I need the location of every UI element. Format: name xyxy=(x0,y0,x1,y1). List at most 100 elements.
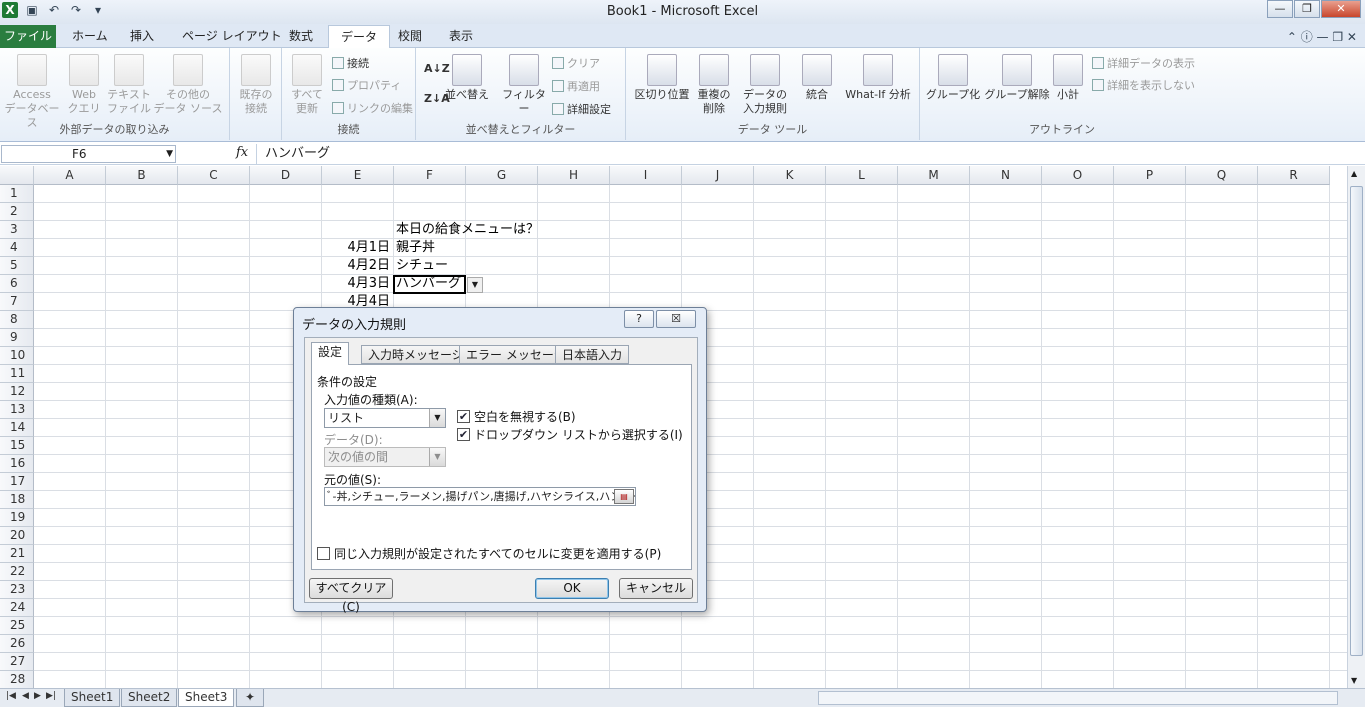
column-header[interactable]: Q xyxy=(1186,166,1258,185)
text-to-columns-button[interactable]: 区切り位置 xyxy=(632,54,692,102)
row-header[interactable]: 10 xyxy=(0,347,34,365)
filter-button[interactable]: フィルター xyxy=(500,54,548,116)
column-header[interactable]: H xyxy=(538,166,610,185)
refresh-all-button[interactable]: すべて 更新 xyxy=(286,54,328,116)
show-detail-button[interactable]: 詳細データの表示 xyxy=(1092,55,1195,71)
row-header[interactable]: 28 xyxy=(0,671,34,688)
restore-button[interactable]: ❐ xyxy=(1294,0,1320,18)
scroll-up-icon[interactable]: ▲ xyxy=(1351,169,1357,178)
ribbon-help-icon[interactable]: ⌃ ⓘ — ❐ ✕ xyxy=(1287,28,1357,45)
vertical-scrollbar[interactable]: ▲ ▼ xyxy=(1347,166,1365,688)
vertical-scroll-thumb[interactable] xyxy=(1350,186,1363,656)
column-header[interactable]: B xyxy=(106,166,178,185)
row-header[interactable]: 2 xyxy=(0,203,34,221)
column-header[interactable]: E xyxy=(322,166,394,185)
in-cell-dropdown-checkbox[interactable]: ✔ xyxy=(457,428,470,441)
row-header[interactable]: 11 xyxy=(0,365,34,383)
advanced-filter-button[interactable]: 詳細設定 xyxy=(552,101,611,117)
cell-e5[interactable]: 4月2日 xyxy=(322,257,390,275)
column-header[interactable]: J xyxy=(682,166,754,185)
column-header[interactable]: P xyxy=(1114,166,1186,185)
sheet-tab-3[interactable]: Sheet3 xyxy=(178,689,235,707)
row-header[interactable]: 22 xyxy=(0,563,34,581)
tab-view[interactable]: 表示 xyxy=(437,25,485,48)
tab-settings[interactable]: 設定 xyxy=(311,342,350,365)
clear-filter-button[interactable]: クリア xyxy=(552,55,600,71)
row-header[interactable]: 16 xyxy=(0,455,34,473)
tab-review[interactable]: 校閲 xyxy=(386,25,434,48)
hide-detail-button[interactable]: 詳細を表示しない xyxy=(1092,77,1195,93)
row-header[interactable]: 1 xyxy=(0,185,34,203)
row-header[interactable]: 5 xyxy=(0,257,34,275)
sheet-tab-2[interactable]: Sheet2 xyxy=(121,689,178,707)
row-header[interactable]: 6 xyxy=(0,275,34,293)
tab-insert[interactable]: 挿入 xyxy=(118,25,166,48)
column-header[interactable]: O xyxy=(1042,166,1114,185)
help-button[interactable]: ? xyxy=(624,310,654,328)
column-header[interactable]: R xyxy=(1258,166,1330,185)
minimize-button[interactable]: — xyxy=(1267,0,1293,18)
row-header[interactable]: 7 xyxy=(0,293,34,311)
close-window-button[interactable]: ✕ xyxy=(1321,0,1361,18)
tab-data[interactable]: データ xyxy=(328,25,391,49)
cell-f4[interactable]: 親子丼 xyxy=(396,239,435,257)
horizontal-scrollbar[interactable] xyxy=(818,691,1338,705)
row-header[interactable]: 14 xyxy=(0,419,34,437)
source-input[interactable]: ﾞ-丼,シチュー,ラーメン,揚げパン,唐揚げ,ハヤシライス,ハンバーグ xyxy=(324,487,636,506)
row-header[interactable]: 4 xyxy=(0,239,34,257)
group-button[interactable]: グループ化 xyxy=(924,54,982,102)
row-header[interactable]: 17 xyxy=(0,473,34,491)
column-header[interactable]: K xyxy=(754,166,826,185)
row-header[interactable]: 24 xyxy=(0,599,34,617)
text-file-button[interactable]: テキスト ファイル xyxy=(106,54,152,116)
column-header[interactable]: I xyxy=(610,166,682,185)
row-header[interactable]: 18 xyxy=(0,491,34,509)
column-header[interactable]: A xyxy=(34,166,106,185)
insert-sheet-icon[interactable]: ✦ xyxy=(236,689,264,707)
data-combobox[interactable]: 次の値の間 ▼ xyxy=(324,447,446,467)
column-header[interactable]: G xyxy=(466,166,538,185)
consolidate-button[interactable]: 統合 xyxy=(796,54,838,102)
tab-home[interactable]: ホーム xyxy=(60,25,120,48)
column-header[interactable]: D xyxy=(250,166,322,185)
tab-input-message[interactable]: 入力時メッセージ xyxy=(361,345,471,364)
close-dialog-button[interactable]: ☒ xyxy=(656,310,696,328)
ungroup-button[interactable]: グループ解除 xyxy=(982,54,1052,102)
reapply-button[interactable]: 再適用 xyxy=(552,78,600,94)
edit-links-button[interactable]: リンクの編集 xyxy=(332,100,413,116)
row-header[interactable]: 3 xyxy=(0,221,34,239)
sheet-nav-last-icon[interactable]: ▶| xyxy=(46,691,56,701)
allow-combobox[interactable]: リスト ▼ xyxy=(324,408,446,428)
column-header[interactable]: N xyxy=(970,166,1042,185)
row-header[interactable]: 15 xyxy=(0,437,34,455)
formula-input[interactable]: ハンバーグ xyxy=(256,144,1351,164)
cell-f5[interactable]: シチュー xyxy=(396,257,448,275)
existing-connections-button[interactable]: 既存の 接続 xyxy=(234,54,278,116)
connections-button[interactable]: 接続 xyxy=(332,55,369,71)
what-if-button[interactable]: What-If 分析 xyxy=(838,54,918,102)
column-header[interactable]: L xyxy=(826,166,898,185)
cell-f3[interactable]: 本日の給食メニューは？ xyxy=(396,221,539,239)
scroll-down-icon[interactable]: ▼ xyxy=(1351,676,1357,685)
clear-all-button[interactable]: すべてクリア(C) xyxy=(309,578,393,614)
tab-ime-mode[interactable]: 日本語入力 xyxy=(555,345,630,364)
chevron-down-icon[interactable]: ▼ xyxy=(429,448,445,466)
chevron-down-icon[interactable]: ▼ xyxy=(429,409,445,427)
ok-button[interactable]: OK xyxy=(535,578,609,599)
row-header[interactable]: 19 xyxy=(0,509,34,527)
web-query-button[interactable]: Web クエリ xyxy=(62,54,106,116)
sheet-nav-first-icon[interactable]: |◀ xyxy=(6,691,16,701)
sheet-nav-next-icon[interactable]: ▶ xyxy=(34,691,41,701)
select-all-corner[interactable] xyxy=(0,166,34,185)
other-sources-button[interactable]: その他の データ ソース xyxy=(152,54,224,116)
remove-duplicates-button[interactable]: 重複の 削除 xyxy=(692,54,736,116)
ignore-blank-checkbox[interactable]: ✔ xyxy=(457,410,470,423)
row-header[interactable]: 23 xyxy=(0,581,34,599)
tab-file[interactable]: ファイル xyxy=(0,25,56,48)
cell-e6[interactable]: 4月3日 xyxy=(322,275,390,293)
cell-dropdown-arrow-icon[interactable]: ▼ xyxy=(467,277,483,293)
row-header[interactable]: 20 xyxy=(0,527,34,545)
row-header[interactable]: 13 xyxy=(0,401,34,419)
properties-button[interactable]: プロパティ xyxy=(332,77,401,93)
sheet-nav-prev-icon[interactable]: ◀ xyxy=(22,691,29,701)
